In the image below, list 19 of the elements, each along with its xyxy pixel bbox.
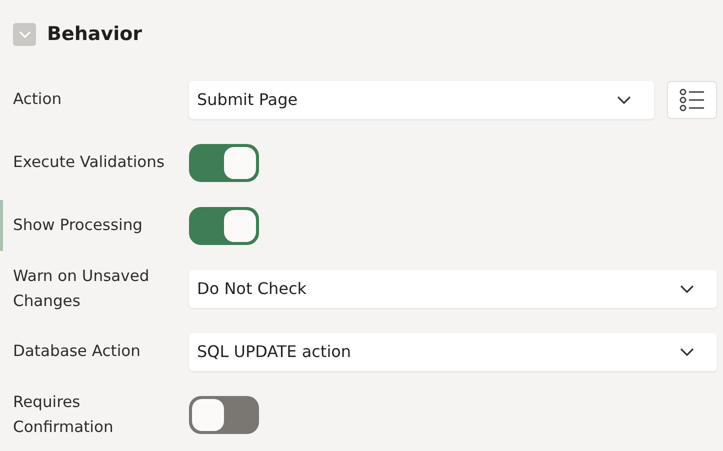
chevron-down-icon — [679, 346, 695, 356]
field-label: Show Processing — [13, 215, 144, 236]
select-field[interactable]: Do Not Check — [189, 270, 717, 308]
field-label: Database Action — [13, 341, 142, 362]
select-field[interactable]: Submit Page — [189, 80, 654, 118]
select-field[interactable]: SQL UPDATE action — [189, 332, 717, 370]
toggle-switch[interactable] — [189, 206, 259, 244]
toggle-switch[interactable] — [189, 144, 259, 182]
collapse-toggle[interactable] — [13, 22, 36, 46]
field-label: Execute Validations — [13, 152, 166, 173]
list-button[interactable] — [667, 80, 717, 118]
field-label: Action — [13, 89, 63, 110]
chevron-down-icon — [616, 94, 632, 104]
list-icon — [679, 88, 705, 112]
chevron-down-icon — [679, 284, 695, 294]
field-label: Warn on Unsaved Changes — [13, 266, 150, 312]
section-title: Behavior — [47, 23, 142, 45]
toggle-switch[interactable] — [189, 396, 259, 434]
field-label: Requires Confirmation — [13, 392, 114, 438]
